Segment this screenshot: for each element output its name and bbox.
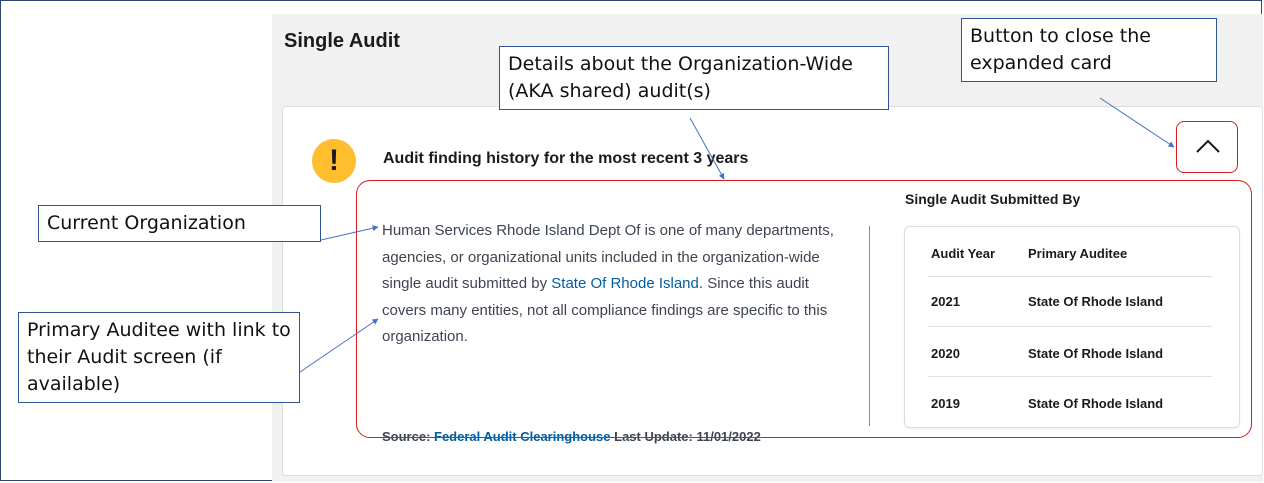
callout-arrows [299,97,1175,373]
arrow-primary-auditee [299,318,379,373]
arrow-current-organization [320,225,379,241]
arrow-close [1099,97,1175,148]
arrow-details [689,117,725,180]
